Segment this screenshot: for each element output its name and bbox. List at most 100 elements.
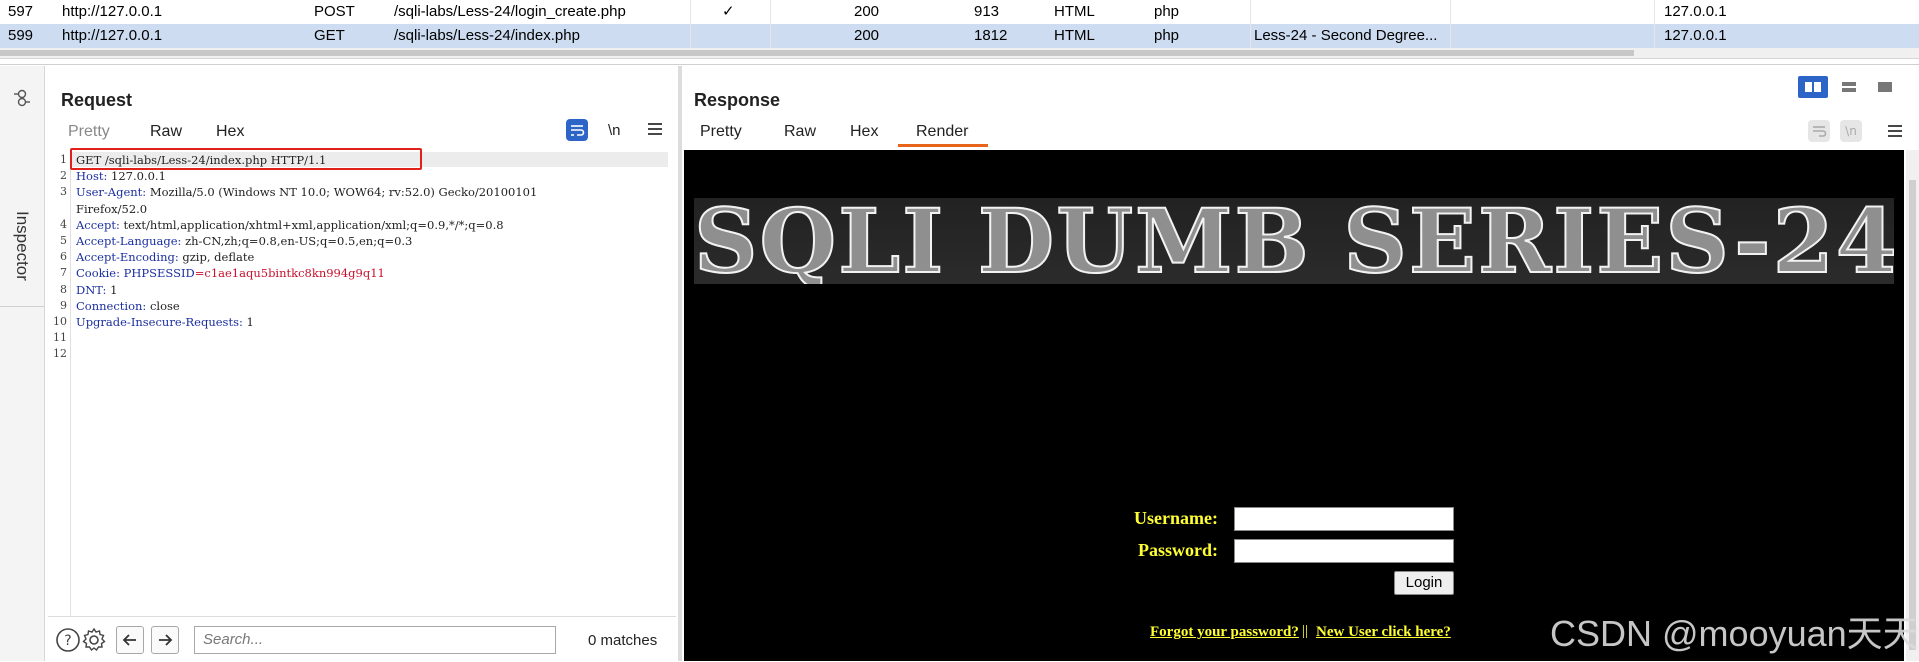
history-row[interactable]: 597 http://127.0.0.1 POST /sqli-labs/Les… [0, 0, 1919, 24]
new-user-link[interactable]: New User click here? [1316, 624, 1451, 641]
split-pane-divider[interactable] [678, 66, 682, 661]
tab-hex[interactable]: Hex [850, 123, 878, 141]
request-line: User-Agent: Mozilla/5.0 (Windows NT 10.0… [76, 185, 537, 199]
history-length: 913 [974, 3, 1000, 20]
request-footer: ? Search... 0 matches [48, 616, 676, 662]
inspector-label[interactable]: Inspector [2, 196, 42, 296]
wrap-text-icon[interactable] [566, 119, 588, 141]
tab-raw[interactable]: Raw [784, 123, 816, 141]
columns-icon [1805, 82, 1821, 92]
menu-icon[interactable] [1886, 122, 1904, 140]
history-num: 599 [8, 27, 34, 44]
tab-render[interactable]: Render [916, 123, 968, 141]
header-name: Accept: [76, 217, 120, 232]
layout-stacked-button[interactable] [1834, 76, 1864, 98]
header-value: zh-CN,zh;q=0.8,en-US;q=0.5,en;q=0.3 [181, 234, 413, 248]
history-host: http://127.0.0.1 [62, 27, 163, 44]
history-ext: php [1154, 3, 1180, 20]
column-divider [1250, 0, 1251, 48]
tab-pretty[interactable]: Pretty [700, 123, 742, 141]
header-value: 127.0.0.1 [107, 169, 166, 184]
settings-gear-icon[interactable] [81, 627, 107, 653]
history-mime: HTML [1054, 3, 1095, 20]
header-value: 1 [106, 282, 118, 297]
column-divider [770, 0, 771, 48]
cookie-name: PHPSESSID [123, 266, 195, 281]
request-line: Connection: close [76, 299, 180, 313]
password-field[interactable] [1234, 539, 1454, 563]
history-row-selected[interactable]: 599 http://127.0.0.1 GET /sqli-labs/Less… [0, 24, 1919, 48]
request-editor[interactable]: 1 2 3 4 5 6 7 8 9 10 11 12 GET /sqli-labs/Less-24/i… [48, 148, 668, 616]
scrollbar-thumb[interactable] [0, 50, 1634, 56]
forgot-password-link[interactable]: Forgot your password? [1150, 624, 1299, 641]
column-divider [1450, 0, 1451, 48]
history-ip: 127.0.0.1 [1664, 27, 1727, 44]
newline-toggle-icon[interactable]: \n [608, 122, 621, 139]
cookie-value: =c1ae1aqu5bintkc8kn994g9q11 [194, 266, 385, 281]
arrow-left-icon [122, 634, 136, 646]
header-name: User-Agent: [76, 185, 147, 200]
login-button[interactable]: Login [1394, 571, 1454, 595]
proxy-history-table: 597 http://127.0.0.1 POST /sqli-labs/Les… [0, 0, 1919, 48]
history-status: 200 [854, 27, 880, 44]
request-line: Firefox/52.0 [76, 202, 147, 216]
header-name: Accept-Language: [76, 234, 182, 248]
line-number: 9 [60, 298, 67, 312]
link-separator: || [1302, 623, 1309, 639]
history-mime: HTML [1054, 27, 1095, 44]
line-number: 8 [60, 282, 67, 296]
response-title: Response [694, 90, 781, 110]
request-line: Accept-Encoding: gzip, deflate [76, 250, 254, 264]
help-icon[interactable]: ? [55, 627, 81, 653]
inspector-side-tab[interactable]: Inspector [0, 66, 45, 661]
previous-match-button[interactable] [116, 626, 144, 654]
active-tab-indicator [898, 144, 988, 147]
response-panel: Response Pretty Raw Hex Render \n SQLI D… [684, 66, 1919, 661]
response-vertical-scrollbar[interactable] [1906, 150, 1919, 661]
line-number: 5 [60, 234, 67, 247]
line-number: 4 [60, 217, 67, 231]
column-divider [690, 0, 691, 48]
layout-side-by-side-button[interactable] [1798, 76, 1828, 98]
username-label: Username: [1134, 508, 1218, 528]
history-url: /sqli-labs/Less-24/index.php [394, 27, 580, 44]
arrow-right-icon [159, 634, 173, 646]
line-number: 10 [53, 315, 67, 328]
history-status: 200 [854, 3, 880, 20]
history-ext: php [1154, 27, 1180, 44]
history-method: POST [314, 3, 355, 20]
request-line: Upgrade-Insecure-Requests: 1 [76, 315, 254, 329]
history-num: 597 [8, 3, 34, 20]
line-number-gutter: 1 2 3 4 5 6 7 8 9 10 11 12 [48, 150, 71, 616]
tab-raw[interactable]: Raw [150, 123, 182, 141]
rendered-page-view[interactable]: SQLI DUMB SERIES-24 Username: Password: … [684, 150, 1904, 661]
history-ip: 127.0.0.1 [1664, 3, 1727, 20]
history-params: ✓ [722, 3, 735, 20]
layout-tabs-button[interactable] [1870, 76, 1900, 98]
password-label: Password: [1138, 540, 1218, 560]
tab-hex[interactable]: Hex [216, 123, 244, 141]
header-value: close [146, 298, 180, 313]
side-divider [0, 306, 44, 307]
header-name: DNT: [76, 282, 107, 297]
header-name: Upgrade-Insecure-Requests: [76, 315, 243, 329]
svg-text:?: ? [64, 633, 71, 649]
inspector-sliders-icon [14, 89, 30, 107]
search-input[interactable]: Search... [194, 626, 556, 654]
rows-icon [1842, 82, 1856, 92]
menu-icon[interactable] [646, 120, 664, 138]
request-line: DNT: 1 [76, 283, 117, 297]
scrollbar-thumb[interactable] [1909, 180, 1916, 650]
tab-pretty[interactable]: Pretty [68, 123, 110, 141]
history-horizontal-scrollbar[interactable] [0, 48, 1919, 59]
request-line: Accept: text/html,application/xhtml+xml,… [76, 218, 504, 232]
line-number: 2 [60, 169, 67, 183]
request-line: Cookie: PHPSESSID=c1ae1aqu5bintkc8kn994g… [76, 266, 385, 280]
newline-toggle-icon[interactable]: \n [1840, 120, 1862, 142]
wrap-text-icon[interactable] [1808, 120, 1830, 142]
next-match-button[interactable] [151, 626, 179, 654]
line-number: 11 [53, 331, 67, 345]
line-number: 6 [60, 250, 67, 264]
history-title: Less-24 - Second Degree... [1254, 27, 1438, 44]
username-field[interactable] [1234, 507, 1454, 531]
